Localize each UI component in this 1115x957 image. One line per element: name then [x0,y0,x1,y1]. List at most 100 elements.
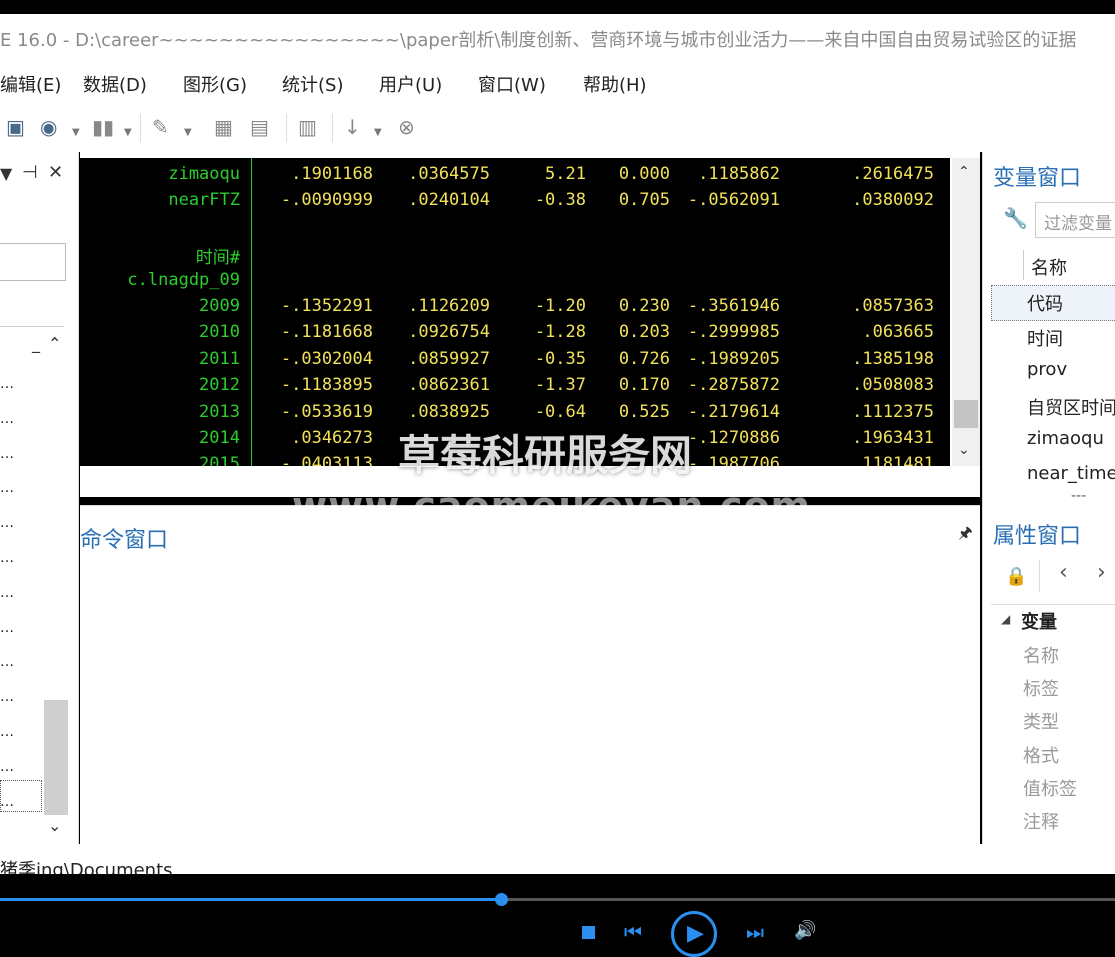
chevron-down-icon[interactable]: ▼ [184,122,192,144]
variable-item[interactable]: prov [1027,359,1067,380]
std-error: .0862361 [408,375,490,396]
row-label: 2015 [199,454,240,466]
data-editor-icon[interactable]: ▦ [214,116,233,138]
history-panel: ▼ ⊣ ✕ _ ⌃ ⌄ ………………………………… [0,152,79,844]
viewer-icon[interactable]: ◉ [40,116,57,138]
scrollbar-thumb[interactable] [954,400,978,428]
wrench-icon[interactable]: 🔧 [1003,206,1028,230]
chevron-right-icon[interactable]: › [1097,560,1106,585]
command-window-title: 命令窗口 [80,528,169,553]
coefficient: .1901168 [291,164,373,184]
chevron-down-icon[interactable]: ▼ [124,122,132,144]
chevron-left-icon[interactable]: ‹ [1059,560,1068,585]
history-item[interactable]: … [0,759,15,775]
variables-name-header[interactable]: 名称 [1031,254,1067,280]
volume-icon[interactable]: 🔊 [794,920,816,941]
stop-icon[interactable] [582,926,595,939]
property-item: 值标签 [1023,778,1077,800]
chevron-up-icon[interactable]: ⌃ [958,164,970,180]
menu-window[interactable]: 窗口(W) [478,71,546,97]
more-icon[interactable]: ↓ [344,116,361,138]
seek-bar-thumb[interactable] [494,893,508,906]
menu-user[interactable]: 用户(U) [379,71,442,97]
history-item[interactable]: … [0,689,15,705]
history-filter-input[interactable] [0,243,66,281]
column-divider [1023,250,1024,280]
filter-icon[interactable]: ▼ [0,164,12,183]
history-item[interactable]: … [0,446,15,462]
graph-icon[interactable]: ▮▮ [92,116,114,138]
variable-item[interactable]: 时间 [1027,325,1063,351]
command-window[interactable]: 命令窗口 🖈 [80,505,980,845]
ci-upper: .063665 [862,322,934,343]
ci-upper: .0380092 [852,190,934,211]
chevron-down-icon[interactable]: ⌄ [958,442,970,458]
chevron-down-icon[interactable]: ▼ [72,122,80,144]
selected-history-item[interactable] [0,780,42,812]
menu-statistics[interactable]: 统计(S) [282,71,343,97]
std-error: .0364575 [408,164,490,184]
collapse-triangle-icon[interactable]: ◢ [1001,612,1010,626]
history-item[interactable]: … [0,654,15,670]
history-item[interactable]: … [0,620,15,636]
ci-lower: -.2999985 [687,322,780,343]
pin-icon[interactable]: 🖈 [958,522,973,549]
working-directory: 猪季ing\Documents [0,860,173,874]
toolbar-divider [332,114,333,142]
ci-upper: .1385198 [852,348,934,369]
scrollbar-thumb[interactable] [44,700,68,815]
z-stat: -0.64 [534,401,586,422]
history-item[interactable]: … [0,550,15,566]
do-editor-icon[interactable]: ✎ [152,116,169,138]
close-icon[interactable]: ✕ [48,162,63,183]
chevron-down-icon[interactable]: ⌄ [48,816,61,835]
toolbar-divider [140,114,141,142]
title-bar: E 16.0 - D:\career~~~~~~~~~~~~~~~~\paper… [0,14,1115,60]
menu-data[interactable]: 数据(D) [83,71,147,97]
properties-section-variable: 变量 [1021,612,1057,633]
results-output: zimaoqu .1901168 .0364575 5.21 0.000 .1185862… [80,158,950,466]
variable-item[interactable]: 代码 [1027,290,1063,316]
variable-item[interactable]: zimaoqu [1027,428,1104,449]
coefficient: -.0090999 [280,190,373,211]
row-label: c.lnagdp_09 [127,269,240,290]
std-error: .0859927 [408,348,490,369]
variable-item[interactable]: 自贸区时间 [1027,394,1115,420]
variable-item[interactable]: near_time [1027,463,1115,484]
history-item[interactable]: … [0,411,15,427]
history-item[interactable]: … [0,376,15,392]
history-item[interactable]: … [0,724,15,740]
previous-icon[interactable]: ⏮ [624,920,642,944]
results-scrollbar[interactable]: ⌃ ⌄ [952,158,980,466]
menu-graphics[interactable]: 图形(G) [183,71,247,97]
next-icon[interactable]: ⏭ [746,920,764,944]
variables-manager-icon[interactable]: ▥ [298,116,317,138]
break-icon[interactable]: ⊗ [398,116,415,138]
seek-bar[interactable] [0,893,1115,906]
variable-filter-input[interactable]: 过滤变量 [1035,202,1115,238]
menu-help[interactable]: 帮助(H) [583,71,647,97]
row-label: nearFTZ [168,190,240,211]
coefficient: -.0403113 [280,454,373,466]
chevron-up-icon[interactable]: ⌃ [48,334,61,353]
history-item[interactable]: … [0,585,15,601]
data-browser-icon[interactable]: ▤ [250,116,269,138]
history-item[interactable]: … [0,480,15,496]
pin-icon[interactable]: ⊣ [22,162,38,183]
p-value: 0.230 [618,296,670,316]
coefficient: -.1183895 [280,375,373,396]
ci-lower: -.2875872 [687,375,780,396]
ci-lower: -.3561946 [687,296,780,316]
lock-icon[interactable]: 🔒 [1005,566,1027,587]
chevron-down-icon[interactable]: ▼ [374,122,382,144]
p-value: 0.203 [618,322,670,343]
coefficient: -.1352291 [280,296,373,316]
menu-edit[interactable]: 编辑(E) [0,71,61,97]
play-button[interactable]: ▶ [671,911,717,957]
history-item[interactable]: … [0,515,15,531]
std-error: .0926754 [408,322,490,343]
window-title: E 16.0 - D:\career~~~~~~~~~~~~~~~~\paper… [0,30,1077,51]
log-icon[interactable]: ▣ [6,116,25,138]
ci-lower: .1185862 [698,164,780,184]
right-panel: 变量窗口 🔧 过滤变量 名称 代码 时间 prov 自贸区时间 zimaoqu near_… [982,152,1115,844]
